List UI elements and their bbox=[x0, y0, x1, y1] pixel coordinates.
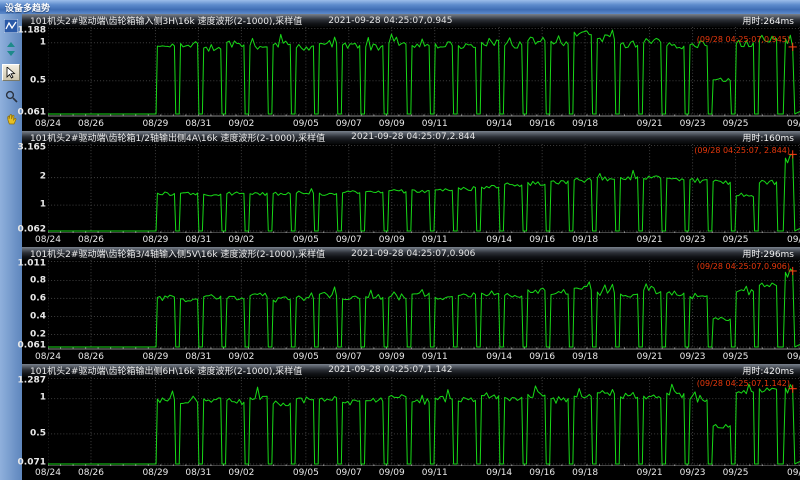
zoom-tool-icon[interactable] bbox=[3, 88, 19, 104]
panel-header-3[interactable]: 101机头2#驱动端\齿轮箱3/4轴输入侧5V\16k 速度波形(2-1000)… bbox=[22, 247, 800, 260]
y-axis-labels: 1.011 0.8 0.6 0.4 0.2 0.061 bbox=[17, 258, 46, 351]
cursor-annotation: (09/28 04:25:07, 2.844) bbox=[694, 145, 790, 155]
trend-panel-2: 101机头2#驱动端\齿轮箱1/2轴输出侧4A\16k 速度波形(2-1000)… bbox=[17, 130, 800, 248]
tool-sidebar bbox=[0, 14, 22, 480]
sample-timestamp: 2021-09-28 04:25:07,2.844 bbox=[351, 132, 476, 142]
app-window: 设备多趋势 101机头2#驱动端\齿轮箱输入侧3H\16k 速度波形(2-100… bbox=[0, 0, 800, 480]
x-axis-labels: 08/24 08/26 08/29 08/31 09/02 09/05 09/07 09/09… bbox=[35, 468, 800, 478]
channel-title: 101机头2#驱动端\齿轮箱3/4轴输入侧5V\16k 速度波形(2-1000)… bbox=[30, 250, 326, 260]
window-title: 设备多趋势 bbox=[5, 3, 51, 14]
title-bar[interactable]: 设备多趋势 bbox=[0, 0, 800, 14]
trend-panels: 101机头2#驱动端\齿轮箱输入侧3H\16k 速度波形(2-1000),采样值… bbox=[17, 14, 800, 480]
trend-panel-1: 101机头2#驱动端\齿轮箱输入侧3H\16k 速度波形(2-1000),采样值… bbox=[17, 14, 800, 131]
elapsed-time: 用时:160ms bbox=[742, 133, 794, 144]
cursor-annotation: (09/28 04:25:07,0.945) bbox=[696, 35, 790, 45]
panel-header-2[interactable]: 101机头2#驱动端\齿轮箱1/2轴输出侧4A\16k 速度波形(2-1000)… bbox=[22, 130, 800, 144]
x-axis-labels: 08/24 08/26 08/29 08/31 09/02 09/05 09/07 09/09… bbox=[35, 351, 800, 362]
channel-title: 101机头2#驱动端\齿轮箱1/2轴输出侧4A\16k 速度波形(2-1000)… bbox=[30, 133, 326, 144]
elapsed-time: 用时:296ms bbox=[742, 250, 794, 260]
channel-title: 101机头2#驱动端\齿轮箱输入侧3H\16k 速度波形(2-1000),采样值 bbox=[30, 17, 303, 27]
cursor-annotation: (09/28 04:25:07,0.906) bbox=[696, 262, 790, 271]
trend-panel-4: 101机头2#驱动端\齿轮箱输出侧6H\16k 速度波形(2-1000),采样值… bbox=[17, 363, 800, 480]
y-axis-labels: 1.287 1 0.5 0.071 bbox=[17, 375, 46, 467]
waveform-plot[interactable]: (09/28 04:25:07,0.945) bbox=[48, 27, 800, 117]
elapsed-time: 用时:264ms bbox=[742, 17, 794, 27]
x-axis-labels: 08/24 08/26 08/29 08/31 09/02 09/05 09/07 09/09… bbox=[35, 118, 800, 129]
trend-panel-3: 101机头2#驱动端\齿轮箱3/4轴输入侧5V\16k 速度波形(2-1000)… bbox=[17, 247, 800, 364]
elapsed-time: 用时:420ms bbox=[742, 366, 794, 377]
cursor-annotation: (09/28 04:25:07,1.142) bbox=[696, 378, 790, 388]
waveform-plot[interactable]: (09/28 04:25:07,0.906) bbox=[48, 260, 800, 350]
sample-timestamp: 2021-09-28 04:25:07,0.906 bbox=[351, 248, 476, 259]
waveform-plot[interactable]: (09/28 04:25:07, 2.844) bbox=[48, 143, 800, 233]
pointer-tool-icon[interactable] bbox=[2, 64, 20, 81]
sample-timestamp: 2021-09-28 04:25:07,1.142 bbox=[328, 365, 453, 375]
channel-title: 101机头2#驱动端\齿轮箱输出侧6H\16k 速度波形(2-1000),采样值 bbox=[30, 366, 303, 377]
sample-timestamp: 2021-09-28 04:25:07,0.945 bbox=[328, 15, 453, 26]
y-axis-labels: 1.188 1 0.5 0.061 bbox=[17, 25, 46, 118]
panel-header-4[interactable]: 101机头2#驱动端\齿轮箱输出侧6H\16k 速度波形(2-1000),采样值… bbox=[22, 363, 800, 377]
waveform-plot[interactable]: (09/28 04:25:07,1.142) bbox=[48, 376, 800, 466]
y-axis-labels: 3.165 2 1 0.062 bbox=[17, 142, 46, 234]
pan-arrows-icon[interactable] bbox=[3, 41, 19, 57]
panel-header-1[interactable]: 101机头2#驱动端\齿轮箱输入侧3H\16k 速度波形(2-1000),采样值… bbox=[22, 14, 800, 27]
x-axis-labels: 08/24 08/26 08/29 08/31 09/02 09/05 09/07 09/09… bbox=[35, 235, 800, 245]
